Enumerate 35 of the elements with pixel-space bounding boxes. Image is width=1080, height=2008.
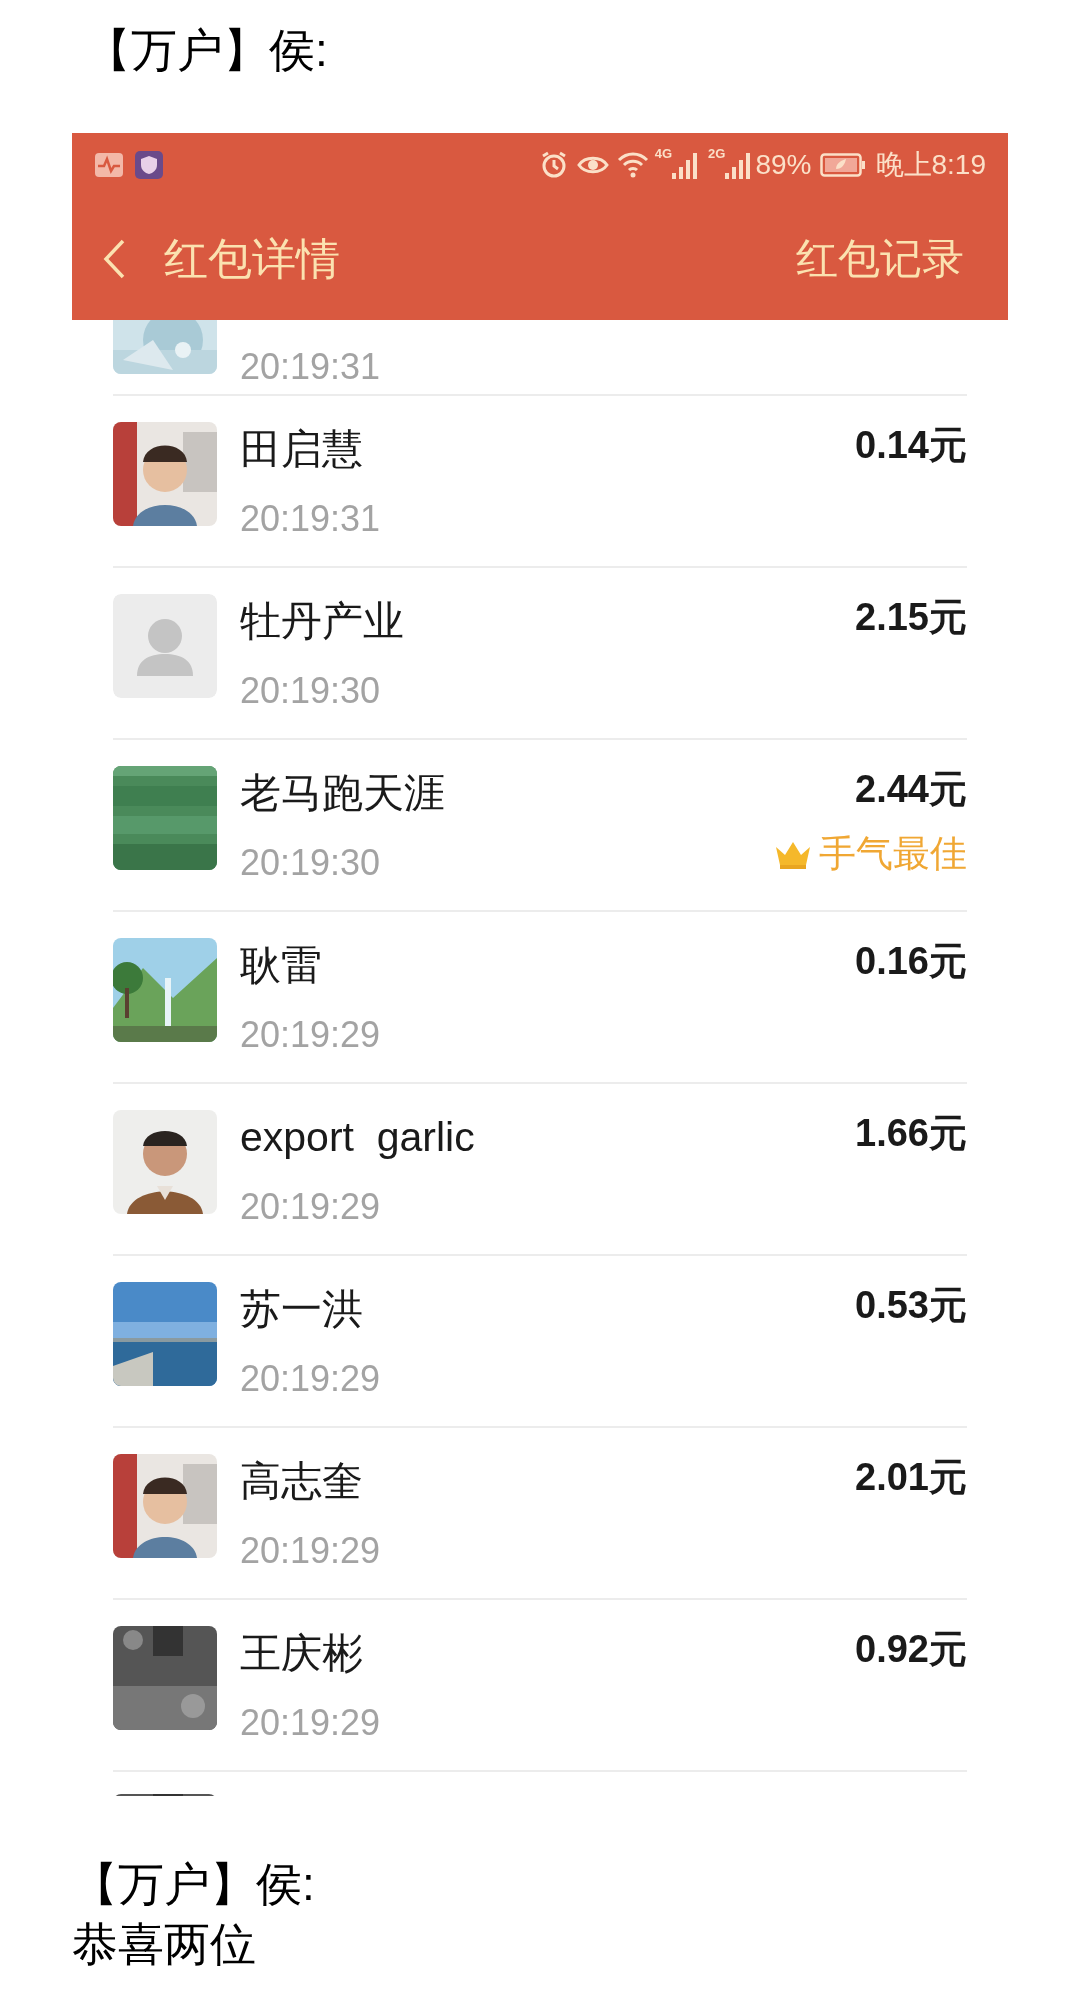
- battery-percent: 89%: [755, 148, 812, 182]
- member-name: 王庆彬: [240, 1629, 364, 1678]
- claim-time: 20:19:30: [240, 669, 382, 713]
- claim-time: 20:19:31: [240, 497, 382, 541]
- claim-time: 20:19:29: [240, 1013, 382, 1057]
- amount: 0.16元: [855, 939, 967, 984]
- member-name: 高志奎: [240, 1457, 364, 1506]
- member-name: 老马跑天涯: [240, 769, 446, 818]
- sender-name: 【万户】侯:: [72, 1857, 316, 1912]
- member-name: 田启慧: [240, 425, 364, 474]
- amount: 0.92元: [855, 1627, 967, 1672]
- member-name: export garlic: [240, 1113, 476, 1162]
- amount: 2.44元: [855, 767, 967, 812]
- network-label: 2G: [708, 147, 726, 161]
- claim-time: 20:19:29: [240, 1529, 382, 1573]
- member-name: 耿雷: [240, 941, 323, 990]
- member-name: 苏一洪: [240, 1285, 364, 1334]
- amount: 0.53元: [855, 1283, 967, 1328]
- clock-time: 晚上8:19: [875, 148, 986, 182]
- claim-time: 20:19:31: [240, 345, 382, 389]
- records-link[interactable]: 红包记录: [796, 227, 964, 290]
- amount: 2.01元: [855, 1455, 967, 1500]
- claim-time: 20:19:29: [240, 1357, 382, 1401]
- amount: 2.15元: [855, 595, 967, 640]
- member-name: 牡丹产业: [240, 597, 405, 646]
- message-text: 恭喜两位: [72, 1917, 257, 1972]
- sender-name: 【万户】侯:: [85, 24, 328, 76]
- amount: 1.66元: [855, 1111, 967, 1156]
- claim-time: 20:19:29: [240, 1701, 382, 1745]
- amount: 0.14元: [855, 423, 967, 468]
- best-luck-label: 手气最佳: [819, 832, 967, 876]
- network-label: 4G: [654, 147, 673, 161]
- claim-time: 20:19:29: [240, 1185, 382, 1229]
- claim-time: 20:19:30: [240, 841, 382, 885]
- page-title: 红包详情: [164, 232, 340, 285]
